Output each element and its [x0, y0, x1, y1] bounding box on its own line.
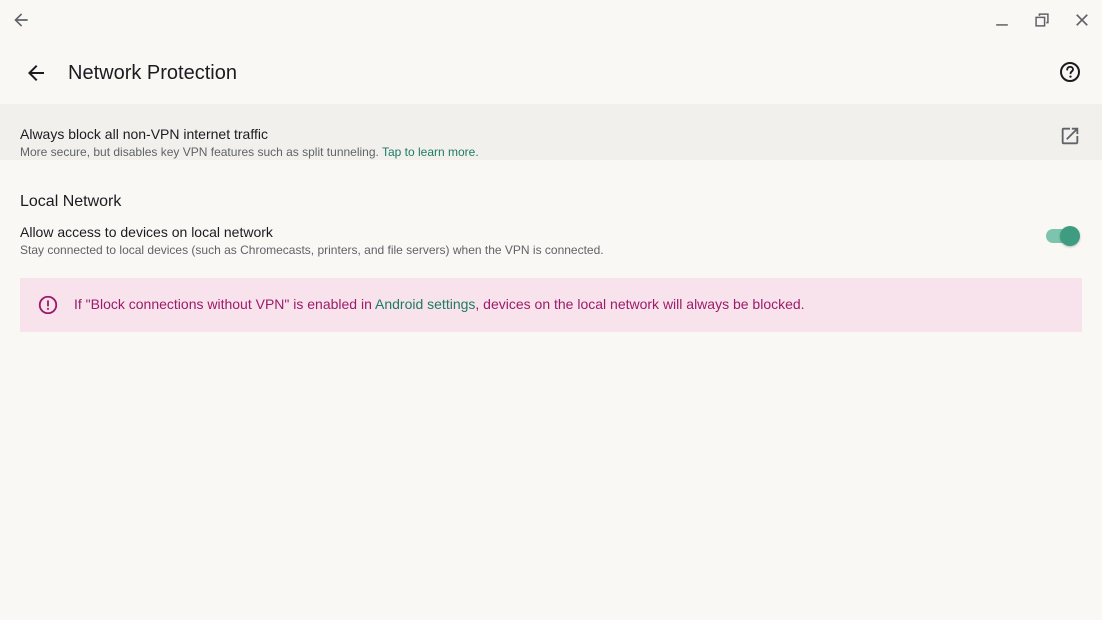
warning-text: If "Block connections without VPN" is en… — [74, 295, 805, 313]
external-link-button[interactable] — [1056, 122, 1084, 150]
window-close-button[interactable] — [1066, 4, 1098, 36]
help-circle-icon — [1060, 62, 1080, 82]
restore-icon — [1035, 13, 1049, 27]
warning-text-after: , devices on the local network will alwa… — [475, 296, 805, 312]
warning-banner: If "Block connections without VPN" is en… — [20, 278, 1082, 332]
warning-text-before: If "Block connections without VPN" is en… — [74, 296, 375, 312]
local-network-section-title: Local Network — [20, 193, 122, 210]
always-block-title: Always block all non-VPN internet traffi… — [20, 126, 268, 142]
always-block-subtitle-text: More secure, but disables key VPN featur… — [20, 145, 382, 159]
help-button[interactable] — [1052, 54, 1088, 90]
external-link-icon — [1061, 127, 1079, 145]
back-button[interactable] — [18, 55, 54, 91]
arrow-left-icon — [28, 65, 44, 81]
local-network-row[interactable]: Allow access to devices on local network… — [0, 216, 1102, 266]
close-icon — [1076, 14, 1088, 26]
arrow-left-icon — [14, 13, 28, 27]
minimize-icon — [996, 24, 1008, 26]
local-network-subtitle: Stay connected to local devices (such as… — [20, 243, 604, 257]
page-title: Network Protection — [68, 62, 237, 84]
app-bar: Network Protection — [0, 44, 1102, 102]
window-restore-button[interactable] — [1026, 4, 1058, 36]
toggle-thumb — [1060, 226, 1080, 246]
always-block-row[interactable]: Always block all non-VPN internet traffi… — [0, 104, 1102, 160]
window-titlebar — [0, 0, 1102, 40]
learn-more-link[interactable]: Tap to learn more. — [382, 145, 479, 159]
local-network-toggle[interactable] — [1046, 226, 1080, 246]
local-network-title: Allow access to devices on local network — [20, 224, 273, 240]
android-settings-link[interactable]: Android settings — [375, 296, 475, 312]
window-minimize-button[interactable] — [986, 4, 1018, 36]
warning-icon-container — [36, 293, 60, 317]
alert-circle-icon — [38, 295, 58, 315]
window-back-button[interactable] — [5, 4, 37, 36]
always-block-subtitle: More secure, but disables key VPN featur… — [20, 144, 479, 160]
